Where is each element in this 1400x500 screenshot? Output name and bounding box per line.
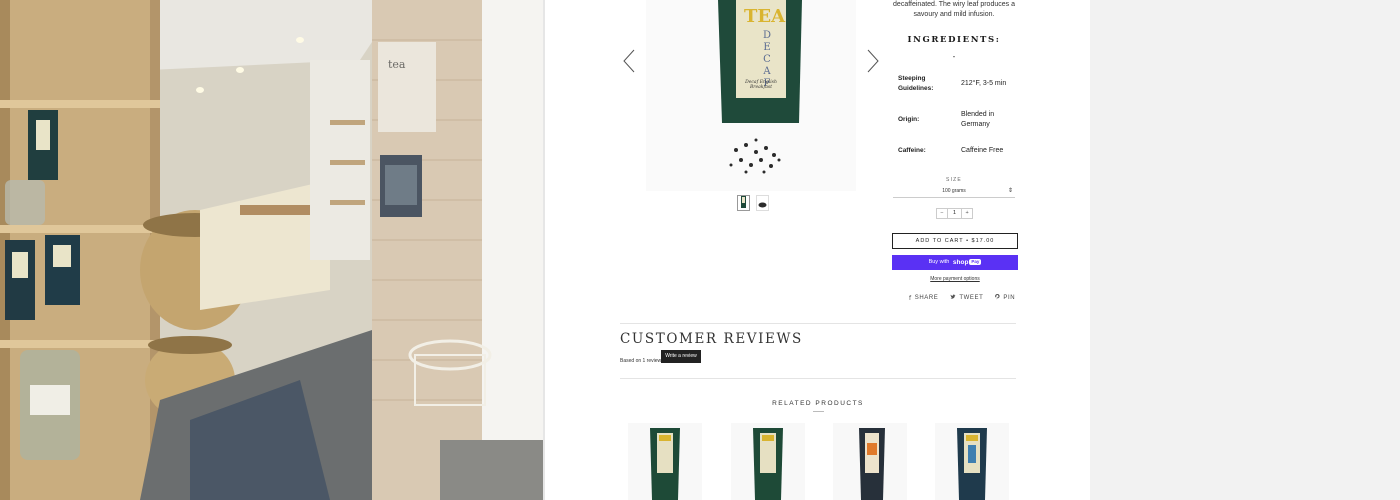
size-label: SIZE bbox=[946, 177, 962, 183]
store-sign-text: tea bbox=[388, 58, 406, 71]
thumbnail-strip bbox=[737, 195, 769, 211]
more-payment-options-link[interactable]: More payment options bbox=[892, 276, 1018, 282]
steeping-label: Steeping Guidelines: bbox=[898, 75, 934, 92]
caffeine-value: Caffeine Free bbox=[961, 147, 1004, 154]
page-right-gutter bbox=[1090, 0, 1400, 500]
shop-label: shop bbox=[952, 259, 969, 266]
add-to-cart-button[interactable]: ADD TO CART • $17.00 bbox=[892, 233, 1018, 249]
divider bbox=[620, 323, 1016, 324]
buy-with-label: Buy with bbox=[928, 259, 950, 265]
chevron-right-icon bbox=[867, 49, 879, 73]
thumbnail-1[interactable] bbox=[737, 195, 750, 211]
thumbnail-2[interactable] bbox=[756, 195, 769, 211]
customer-reviews-heading: CUSTOMER REVIEWS bbox=[620, 331, 803, 347]
reviews-summary: Based on 1 review bbox=[620, 358, 662, 364]
write-review-button[interactable]: Write a review bbox=[661, 350, 701, 363]
bag-subtitle: Decaf English Breakfast bbox=[745, 80, 777, 90]
related-product-2[interactable] bbox=[731, 423, 805, 500]
tweet-link[interactable]: TWEET bbox=[950, 294, 983, 302]
divider bbox=[620, 378, 1016, 379]
carousel-prev-arrow[interactable] bbox=[620, 48, 640, 74]
size-select[interactable]: 100 grams ⇕ bbox=[893, 186, 1015, 198]
store-interior-photo: tea bbox=[0, 0, 543, 500]
ingredients-heading: INGREDIENTS: bbox=[907, 35, 1001, 45]
chevron-left-icon bbox=[623, 49, 635, 73]
related-product-3[interactable] bbox=[833, 423, 907, 500]
social-share-bar: f SHARE TWEET PIN bbox=[909, 294, 1015, 302]
facebook-icon: f bbox=[909, 294, 912, 302]
size-selected-value: 100 grams bbox=[942, 188, 966, 194]
photo-divider bbox=[543, 0, 545, 500]
select-arrows-icon: ⇕ bbox=[1007, 188, 1013, 194]
quantity-decrease-button[interactable]: − bbox=[937, 209, 947, 218]
share-facebook-link[interactable]: f SHARE bbox=[909, 294, 938, 302]
share-label: SHARE bbox=[914, 295, 939, 301]
origin-label: Origin: bbox=[898, 116, 920, 123]
bag-brand: TEA bbox=[744, 6, 786, 27]
carousel-next-arrow[interactable] bbox=[864, 48, 884, 74]
quantity-input[interactable]: 1 bbox=[946, 209, 963, 218]
pinterest-icon bbox=[995, 294, 1000, 302]
pin-link[interactable]: PIN bbox=[995, 294, 1015, 302]
related-product-1[interactable] bbox=[628, 423, 702, 500]
twitter-icon bbox=[950, 294, 957, 302]
shop-pay-button[interactable]: Buy with shop Pay bbox=[892, 255, 1018, 270]
pin-label: PIN bbox=[1003, 295, 1016, 301]
origin-value: Blended in Germany bbox=[961, 111, 995, 128]
ingredients-value: - bbox=[952, 52, 956, 61]
shop-pay-logo: shop Pay bbox=[953, 255, 982, 270]
steeping-value: 212°F, 3-5 min bbox=[961, 80, 1007, 87]
quantity-stepper: − 1 + bbox=[936, 208, 973, 219]
product-main-image[interactable]: TEA DECAF Decaf English Breakfast bbox=[646, 0, 856, 191]
related-products-heading: RELATED PRODUCTS bbox=[772, 400, 864, 407]
pay-badge: Pay bbox=[969, 259, 982, 265]
tweet-label: TWEET bbox=[959, 295, 984, 301]
related-product-4[interactable] bbox=[935, 423, 1009, 500]
quantity-increase-button[interactable]: + bbox=[962, 209, 972, 218]
product-description: decaffeinated. The wiry leaf produces a … bbox=[893, 1, 1015, 18]
caffeine-label: Caffeine: bbox=[898, 147, 926, 154]
heading-underline bbox=[813, 411, 824, 412]
